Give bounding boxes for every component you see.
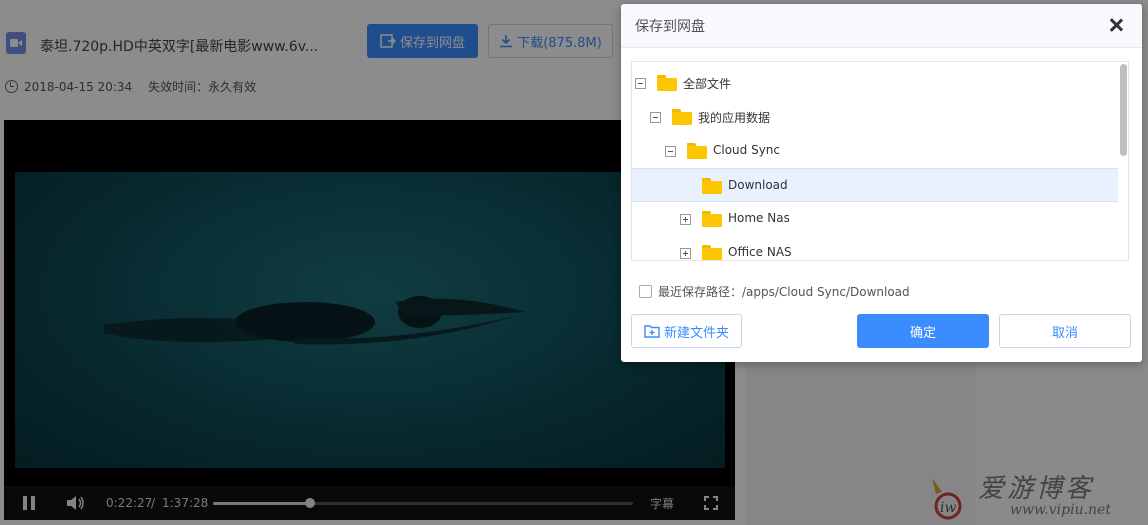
confirm-button[interactable]: 确定 — [857, 314, 989, 348]
tree-node-label: 我的应用数据 — [698, 111, 771, 125]
tree-node[interactable]: Cloud Sync — [632, 134, 1118, 168]
folder-icon — [687, 143, 707, 159]
expand-icon[interactable] — [680, 214, 691, 225]
tree-node[interactable]: 全部文件 — [632, 66, 1118, 100]
tree-node[interactable]: 我的应用数据 — [632, 100, 1118, 134]
tree-scrollbar[interactable] — [1118, 62, 1128, 260]
recent-path-label: 最近保存路径：/apps/Cloud Sync/Download — [658, 285, 910, 299]
folder-icon — [702, 178, 722, 194]
new-folder-label: 新建文件夹 — [663, 325, 729, 341]
folder-icon — [657, 75, 677, 91]
folder-tree: 全部文件我的应用数据 Cloud Sync Download Home Nas Offi… — [631, 61, 1129, 261]
tree-node[interactable]: Download — [632, 168, 1118, 202]
new-folder-button[interactable]: 新建文件夹 — [631, 314, 742, 348]
close-icon[interactable] — [1109, 18, 1123, 32]
folder-icon — [672, 109, 692, 125]
tree-node-label: 全部文件 — [683, 77, 732, 91]
tree-node[interactable]: Home Nas — [632, 202, 1118, 236]
recent-path-row[interactable]: 最近保存路径：/apps/Cloud Sync/Download — [639, 283, 910, 300]
collapse-icon[interactable] — [665, 146, 676, 157]
folder-icon — [702, 211, 722, 227]
collapse-icon[interactable] — [635, 78, 646, 89]
cancel-button[interactable]: 取消 — [999, 314, 1131, 348]
save-to-disk-dialog: 保存到网盘 全部文件我的应用数据 Cloud Sync Download Home N… — [621, 4, 1142, 362]
collapse-icon[interactable] — [650, 112, 661, 123]
tree-node-label: Download — [728, 178, 788, 192]
dialog-header: 保存到网盘 — [621, 4, 1142, 48]
new-folder-icon — [644, 325, 660, 338]
tree-node-label: Office NAS — [728, 245, 792, 259]
tree-node-label: Cloud Sync — [713, 143, 781, 157]
recent-path-checkbox[interactable] — [639, 285, 652, 298]
folder-icon — [702, 245, 722, 260]
tree-node-label: Home Nas — [728, 211, 790, 225]
dialog-title: 保存到网盘 — [635, 19, 705, 35]
tree-scroll-thumb[interactable] — [1120, 64, 1127, 156]
tree-node[interactable]: Office NAS — [632, 236, 1118, 260]
expand-icon[interactable] — [680, 248, 691, 259]
